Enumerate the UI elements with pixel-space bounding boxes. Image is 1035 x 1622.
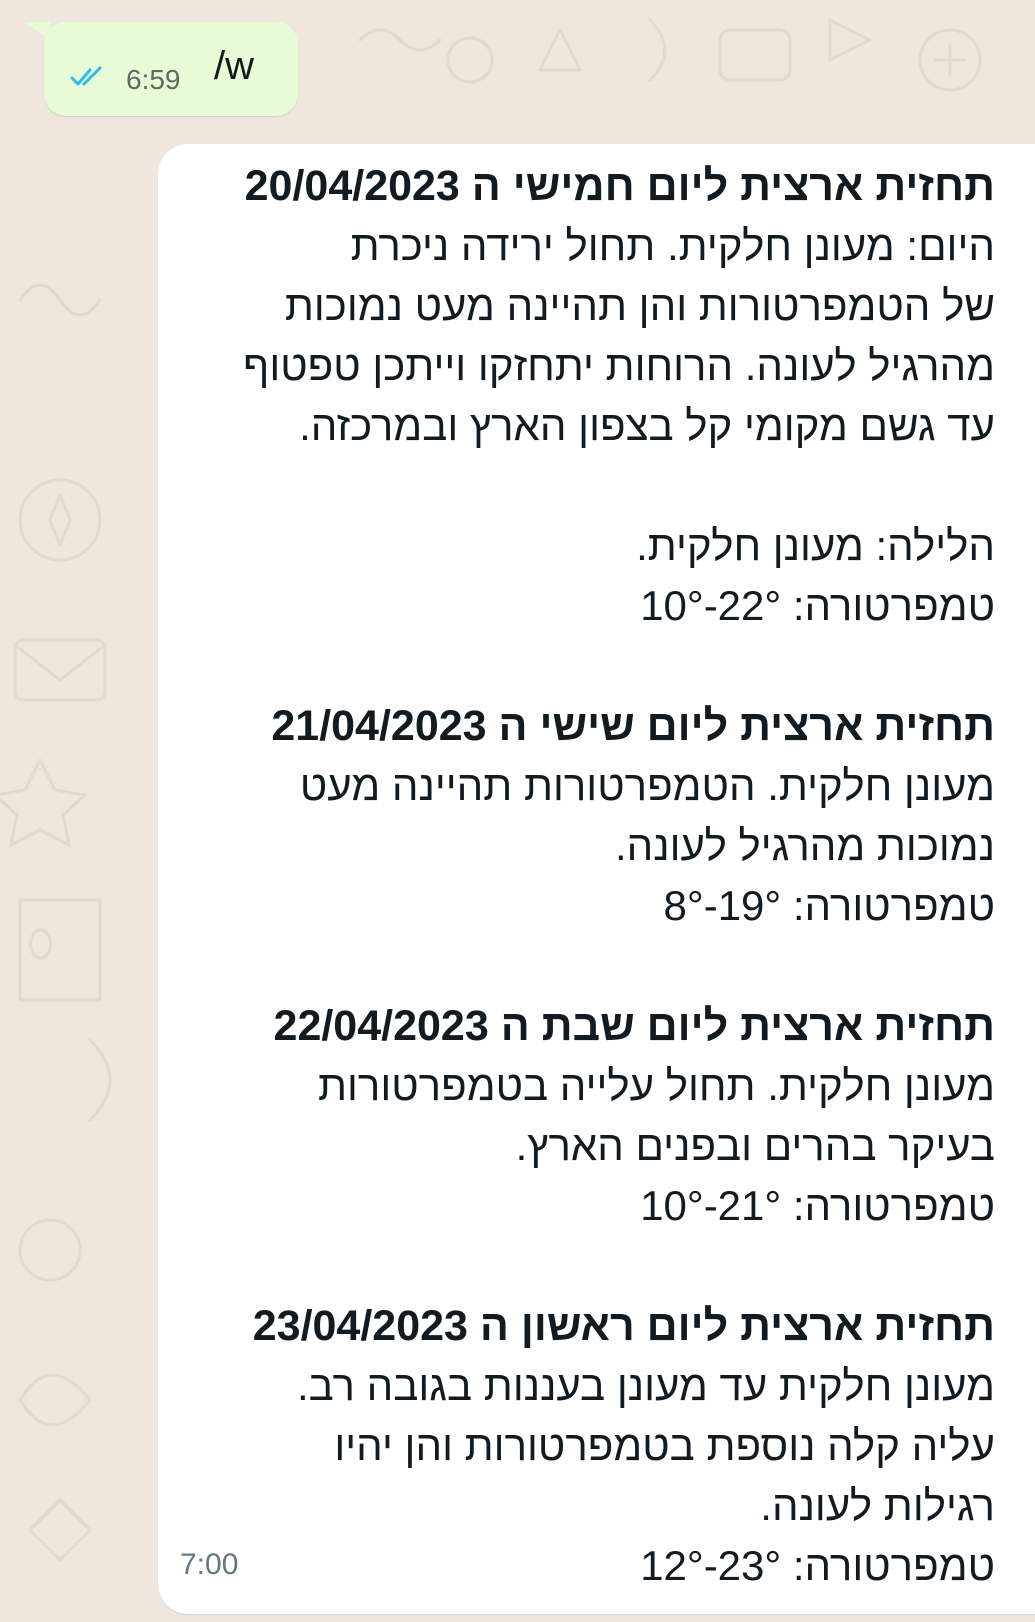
double-check-read-icon — [70, 66, 102, 86]
forecast-day-4-line: מעונן חלקית עד מעונן בעננות בגובה רב. — [296, 1362, 995, 1409]
forecast-day-3-line: בעיקר בהרים ובפנים הארץ. — [515, 1122, 995, 1169]
forecast-day-1-line: היום: מעונן חלקית. תחול ירידה ניכרת — [350, 222, 995, 269]
temperature-label: טמפרטורה: — [792, 582, 995, 629]
received-message-bubble[interactable]: תחזית ארצית ליום חמישי ה 20/04/2023 היום… — [158, 144, 1035, 1614]
temperature-label: טמפרטורה: — [792, 1182, 995, 1229]
temperature-value: 8°-19° — [663, 882, 782, 929]
forecast-day-3-line: מעונן חלקית. תחול עלייה בטמפרטורות — [317, 1062, 995, 1109]
forecast-day-1-night: הלילה: מעונן חלקית. — [636, 522, 995, 569]
forecast-day-4-temperature: טמפרטורה: 12°-23° — [175, 1536, 995, 1596]
received-message-time: 7:00 — [180, 1548, 239, 1581]
forecast-day-1-line: עד גשם מקומי קל בצפון הארץ ובמרכזה. — [299, 402, 995, 449]
forecast-day-1-temperature: טמפרטורה: 10°-22° — [175, 576, 995, 636]
forecast-day-2-line: מעונן חלקית. הטמפרטורות תהיינה מעט — [299, 762, 995, 809]
sent-message-bubble[interactable]: 6:59 /w — [44, 22, 298, 116]
temperature-value: 12°-23° — [640, 1542, 782, 1589]
forecast-day-3-title: תחזית ארצית ליום שבת ה 22/04/2023 — [273, 1002, 995, 1050]
forecast-day-4: תחזית ארצית ליום ראשון ה 23/04/2023 מעונ… — [175, 1296, 995, 1596]
forecast-day-4-line: עליה קלה נוספת בטמפרטורות והן יהיו — [334, 1422, 995, 1469]
forecast-day-2-temperature: טמפרטורה: 8°-19° — [175, 876, 995, 936]
forecast-day-1-line: של הטמפרטורות והן תהיינה מעט נמוכות — [284, 282, 995, 329]
forecast-day-4-line: רגילות לעונה. — [760, 1482, 995, 1529]
forecast-day-2-title: תחזית ארצית ליום שישי ה 21/04/2023 — [271, 702, 995, 750]
forecast-day-1-title: תחזית ארצית ליום חמישי ה 20/04/2023 — [244, 162, 995, 210]
temperature-value: 10°-22° — [640, 582, 782, 629]
temperature-value: 10°-21° — [640, 1182, 782, 1229]
forecast-day-2: תחזית ארצית ליום שישי ה 21/04/2023 מעונן… — [175, 696, 995, 936]
forecast-day-4-title: תחזית ארצית ליום ראשון ה 23/04/2023 — [252, 1302, 995, 1350]
forecast-day-2-line: נמוכות מהרגיל לעונה. — [615, 822, 995, 869]
sent-message-text: /w — [214, 44, 254, 88]
forecast-message-body: תחזית ארצית ליום חמישי ה 20/04/2023 היום… — [175, 156, 995, 1596]
forecast-day-1-line: מהרגיל לעונה. הרוחות יתחזקו וייתכן טפטוף — [243, 342, 995, 389]
sent-message-time: 6:59 — [126, 64, 181, 95]
forecast-day-1: תחזית ארצית ליום חמישי ה 20/04/2023 היום… — [175, 156, 995, 636]
temperature-label: טמפרטורה: — [792, 1542, 995, 1589]
forecast-day-3: תחזית ארצית ליום שבת ה 22/04/2023 מעונן … — [175, 996, 995, 1236]
forecast-day-3-temperature: טמפרטורה: 10°-21° — [175, 1176, 995, 1236]
temperature-label: טמפרטורה: — [792, 882, 995, 929]
